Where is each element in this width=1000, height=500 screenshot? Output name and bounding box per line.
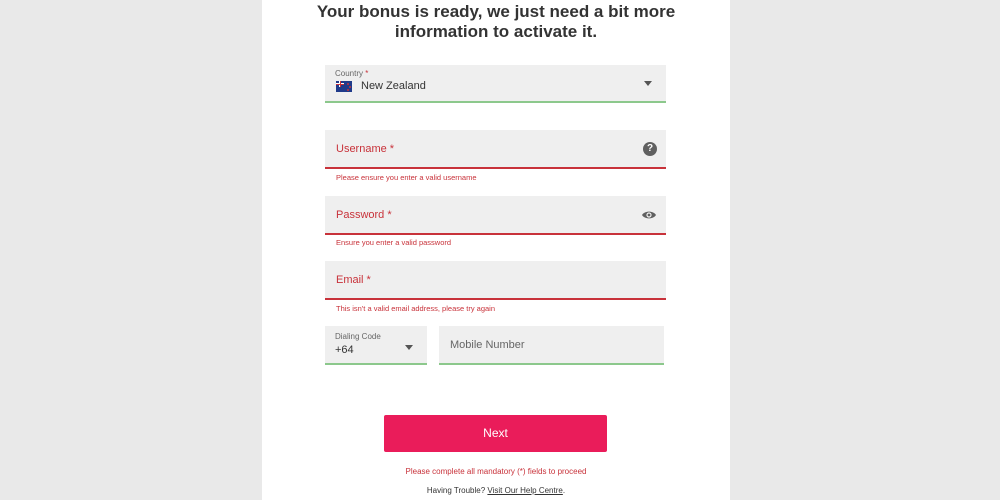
country-value: New Zealand [361, 80, 426, 92]
country-label: Country * [335, 69, 369, 78]
mandatory-notice: Please complete all mandatory (*) fields… [405, 467, 587, 476]
email-field[interactable]: Email * [325, 261, 666, 300]
email-error: This isn't a valid email address, please… [336, 304, 496, 313]
dialing-code-select[interactable]: Dialing Code +64 [325, 326, 427, 365]
mobile-number-input[interactable]: Mobile Number [439, 326, 664, 365]
title-line-2: information to activate it. [394, 22, 598, 41]
dialing-code-label: Dialing Code [335, 332, 381, 341]
next-button[interactable]: Next [384, 415, 607, 452]
email-label: Email * [336, 274, 371, 286]
title-line-1: Your bonus is ready, we just need a bit … [316, 2, 676, 21]
chevron-down-icon[interactable] [644, 81, 652, 86]
chevron-down-icon[interactable] [405, 345, 413, 350]
username-field[interactable]: Username * ? [325, 130, 666, 169]
username-error: Please ensure you enter a valid username [336, 173, 477, 182]
page-title: Your bonus is ready, we just need a bit … [262, 2, 730, 42]
help-link-suffix: . [562, 486, 566, 495]
trouble-text: Having Trouble? [426, 486, 486, 495]
password-field[interactable]: Password * [325, 196, 666, 235]
dialing-code-value: +64 [335, 344, 354, 356]
country-select[interactable]: Country * New Zealand [325, 65, 666, 103]
help-centre-link[interactable]: Visit Our Help Centre [487, 486, 562, 495]
new-zealand-flag-icon [336, 81, 352, 92]
signup-panel: Your bonus is ready, we just need a bit … [262, 0, 730, 500]
password-error: Ensure you enter a valid password [336, 238, 452, 247]
question-mark-icon[interactable]: ? [643, 142, 657, 156]
help-footer: Having Trouble? Visit Our Help Centre. [262, 486, 730, 495]
mobile-number-placeholder: Mobile Number [450, 339, 525, 351]
username-label: Username * [336, 143, 395, 155]
password-label: Password * [336, 209, 392, 221]
eye-icon[interactable] [641, 208, 657, 222]
